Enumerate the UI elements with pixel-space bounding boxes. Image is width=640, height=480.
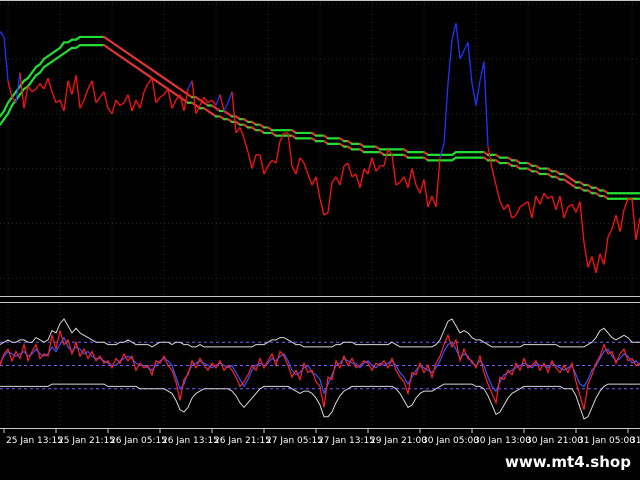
time-axis-tick-label: 27 Jan 05:15: [266, 436, 323, 446]
time-axis-tick-label: 30 Jan 13:00: [474, 436, 531, 446]
time-axis-tick-label: 26 Jan 13:15: [162, 436, 219, 446]
time-axis-tick-label: 31 Jan 05:00: [578, 436, 635, 446]
time-axis-tick-label: 25 Jan 13:15: [6, 436, 63, 446]
time-axis-tick-label: 30 Jan 21:00: [526, 436, 583, 446]
watermark: www.mt4.shop: [496, 450, 640, 480]
chart-svg[interactable]: 25 Jan 13:1525 Jan 21:1526 Jan 05:1526 J…: [0, 0, 640, 480]
time-axis-tick-label: 30 Jan 05:00: [422, 436, 479, 446]
time-axis-tick-label: 29 Jan 21:00: [370, 436, 427, 446]
time-axis-tick-label: 27 Jan 13:15: [318, 436, 375, 446]
time-axis-tick-label: 26 Jan 05:15: [110, 436, 167, 446]
time-axis-tick-label: 25 Jan 21:15: [58, 436, 115, 446]
time-axis-tick-label: 26 Jan 21:15: [214, 436, 271, 446]
time-axis-tick-label: 31 Jan 13:00: [630, 436, 640, 446]
